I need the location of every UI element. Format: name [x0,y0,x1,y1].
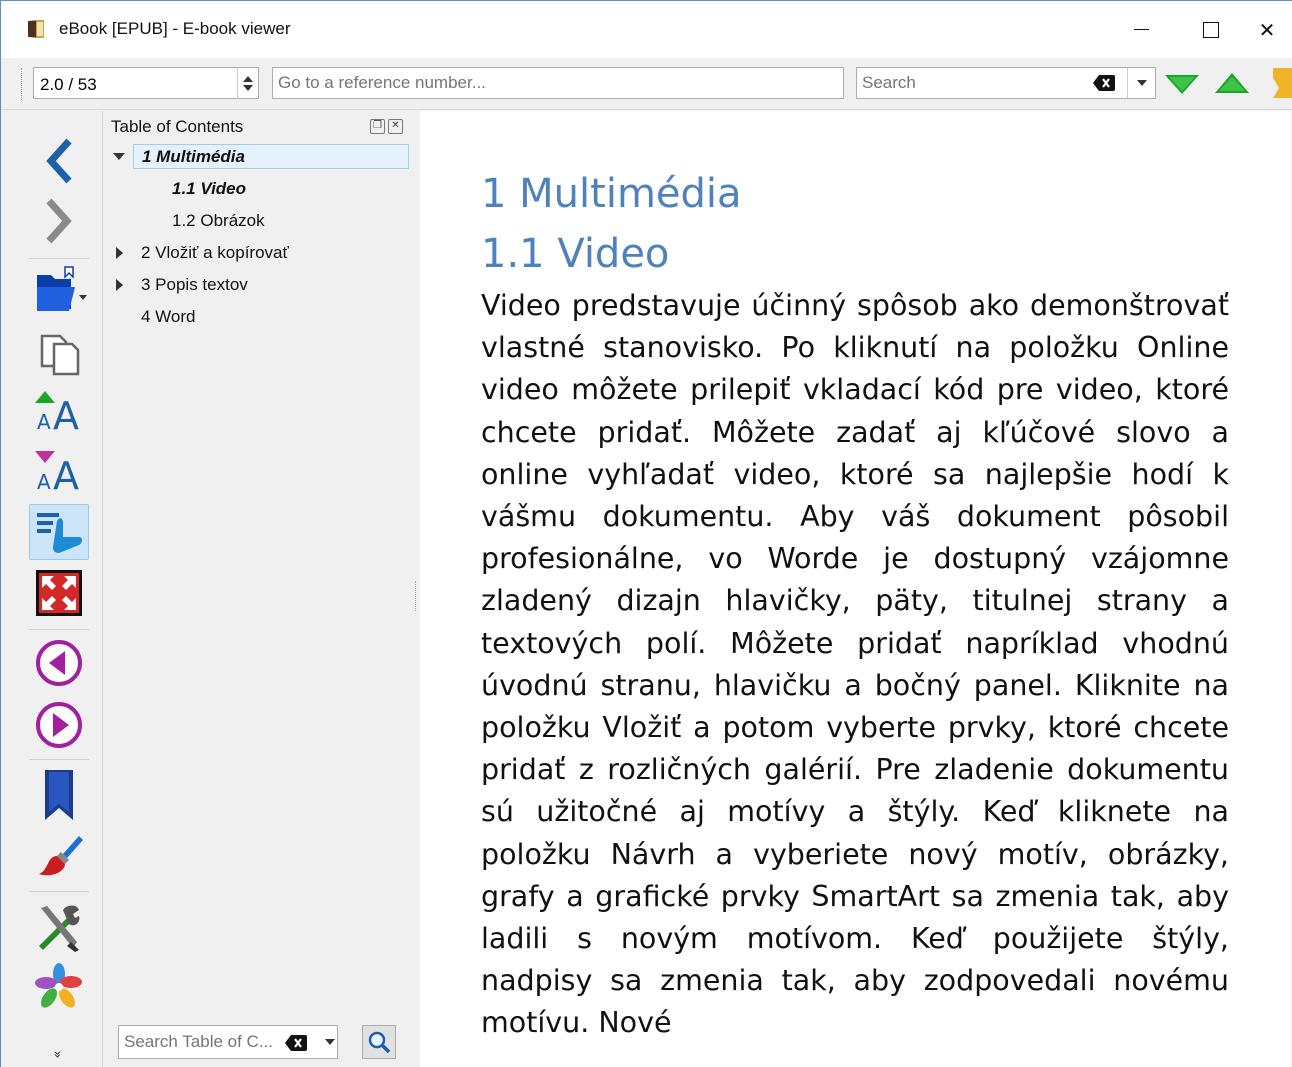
toc-item-label: 1 Multimédia [142,147,245,166]
search-icon [368,1031,391,1054]
chevron-down-icon [1137,80,1147,86]
close-panel-icon[interactable]: ✕ [388,119,403,134]
collapse-arrow-icon[interactable] [116,247,123,259]
main-toolbar: 2.0 / 53 [1,58,1292,110]
clear-search-icon[interactable] [285,1035,307,1051]
title-bar: eBook [EPUB] - E-book viewer ✕ [1,1,1292,58]
find-previous-button[interactable] [1214,68,1250,98]
search-input[interactable] [857,68,1082,98]
close-icon: ✕ [1258,17,1276,42]
svg-text:A: A [53,394,79,433]
minimize-icon [1133,28,1149,31]
toc-item[interactable]: 1.1 Video [104,173,420,205]
toc-item-label: 1.2 Obrázok [172,211,265,230]
font-smaller-icon: A A [35,451,79,493]
toc-header-buttons: ❐ ✕ [370,119,403,134]
app-book-icon [28,20,44,38]
previous-circle-icon [36,640,82,686]
toc-item[interactable]: 2 Vložiť a kopírovať [104,237,420,269]
bookmarks-button[interactable] [29,767,89,823]
find-next-button[interactable] [1164,68,1200,98]
svg-text:A: A [53,454,79,493]
app-window: eBook [EPUB] - E-book viewer ✕ 2.0 / 53 [0,0,1292,1067]
next-circle-icon [36,702,82,748]
reference-number-input[interactable] [272,67,844,99]
spin-arrows[interactable] [237,68,258,98]
separator [29,759,89,760]
toc-panel: Table of Contents ❐ ✕ 1 Multimédia 1.1 V… [104,111,420,1067]
toolbar-grip[interactable] [21,68,24,100]
minimize-button[interactable] [1106,1,1176,58]
toc-item-label: 4 Word [141,307,196,326]
collapse-arrow-icon[interactable] [116,279,123,291]
toc-item-label: 2 Vložiť a kopírovať [141,243,289,262]
copy-icon [40,334,80,376]
folder-open-icon [37,266,87,311]
maximize-button[interactable] [1176,1,1246,58]
chevron-down-icon [325,1039,335,1045]
toc-search-button[interactable] [362,1025,396,1059]
forward-button[interactable] [29,193,89,249]
search-history-dropdown[interactable] [1127,68,1156,98]
toc-item[interactable]: 4 Word [104,301,420,333]
separator [29,629,89,630]
fullscreen-icon [36,570,82,616]
svg-text:A: A [37,410,51,433]
toc-item[interactable]: 1.2 Obrázok [104,205,420,237]
body-paragraph: Video predstavuje účinný spôsob ako demo… [481,289,1229,1040]
toc-title: Table of Contents [111,117,244,136]
more-tools-chevron-icon[interactable]: » [49,1051,64,1059]
font-size-smaller-button[interactable]: A A [29,443,89,499]
bookmark-icon [45,770,73,820]
toc-search-input[interactable] [119,1026,277,1058]
toc-search-combobox[interactable] [118,1025,338,1059]
copy-button[interactable] [29,325,89,381]
previous-page-button[interactable] [29,635,89,691]
toc-item[interactable]: 1 Multimédia [104,141,420,173]
toc-tree: 1 Multimédia 1.1 Video 1.2 Obrázok 2 Vlo… [104,141,420,333]
clear-search-icon[interactable] [1093,75,1115,91]
panel-splitter-handle[interactable] [415,581,417,611]
page-position-spinbox[interactable]: 2.0 / 53 [33,67,259,99]
font-size-larger-button[interactable]: A A [29,383,89,439]
float-panel-icon[interactable]: ❐ [370,119,385,134]
chevron-left-icon [46,138,72,184]
font-larger-icon: A A [35,391,79,433]
separator [29,258,89,259]
close-button[interactable]: ✕ [1242,1,1292,58]
theme-button[interactable] [29,827,89,883]
spin-down-icon[interactable] [243,84,253,91]
section-heading: 1.1 Video [481,231,670,277]
toc-item[interactable]: 3 Popis textov [104,269,420,301]
search-combobox[interactable] [856,67,1156,99]
chevron-right-icon [46,198,72,244]
tools-icon [39,905,80,952]
toc-search-dropdown[interactable] [322,1026,338,1058]
preferences-button[interactable] [29,899,89,955]
toc-item-label: 1.1 Video [172,179,247,198]
chapter-heading: 1 Multimédia [481,171,742,217]
next-page-button[interactable] [29,697,89,753]
toc-item-label: 3 Popis textov [141,275,248,294]
open-ebook-button[interactable] [29,263,89,319]
window-title: eBook [EPUB] - E-book viewer [59,19,291,38]
calibre-logo-icon [35,963,82,1008]
fullscreen-button[interactable] [29,565,89,621]
page-position-value: 2.0 / 53 [40,75,97,94]
table-of-contents-icon [37,513,82,553]
toc-toggle-button[interactable] [29,504,89,560]
book-content-view[interactable]: 1 Multimédia 1.1 Video Video predstavuje… [420,111,1291,1067]
separator [29,891,89,892]
left-toolbar: A A A A » [15,111,103,1067]
about-calibre-button[interactable] [29,959,89,1015]
bookmark-toolbar-icon[interactable] [1265,68,1292,98]
spin-up-icon[interactable] [243,75,253,82]
maximize-icon [1203,21,1219,38]
paintbrush-icon [39,836,83,876]
svg-text:A: A [37,470,51,493]
expand-arrow-icon[interactable] [113,153,125,160]
back-button[interactable] [29,133,89,189]
